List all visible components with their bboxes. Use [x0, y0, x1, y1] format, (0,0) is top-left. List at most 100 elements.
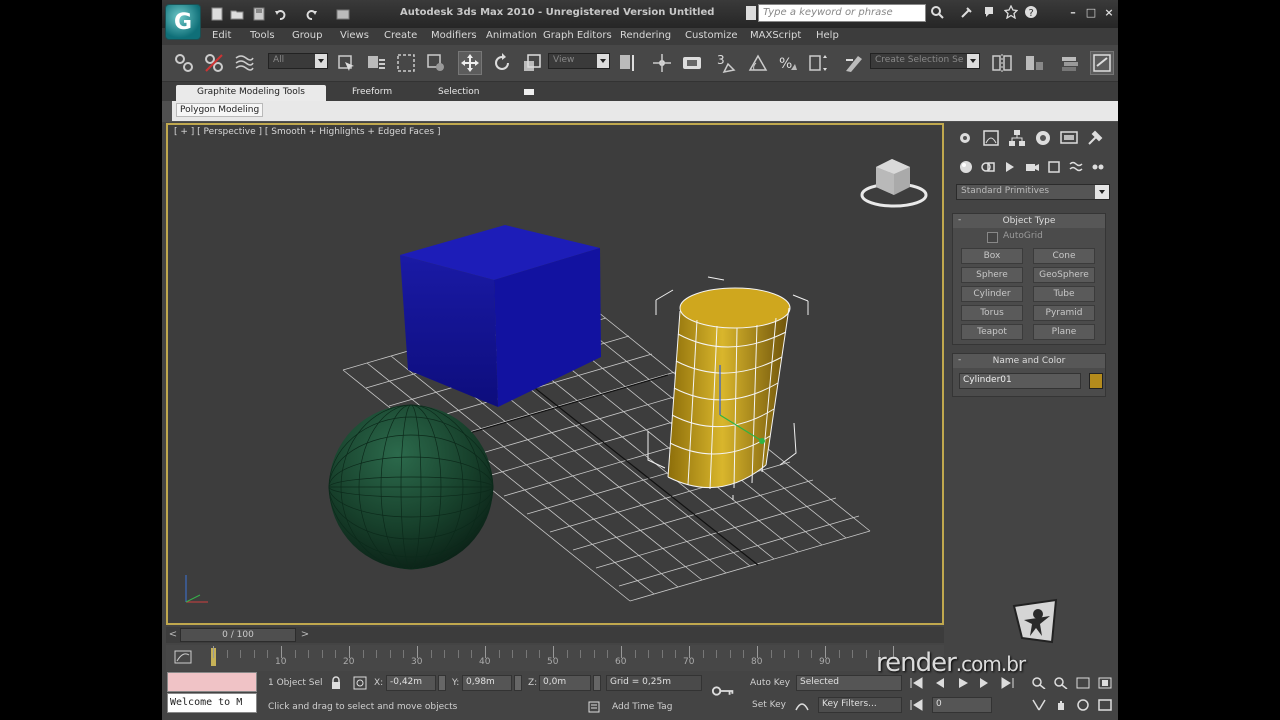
object-color-swatch[interactable] — [1089, 373, 1103, 389]
name-and-color-title[interactable]: Name and Color — [953, 353, 1105, 368]
absolute-mode-icon[interactable] — [352, 675, 368, 691]
utilities-tab-icon[interactable] — [1084, 127, 1106, 149]
search-input[interactable]: Type a keyword or phrase — [758, 4, 926, 22]
space-warps-icon[interactable] — [1066, 158, 1086, 176]
sphere-button[interactable]: Sphere — [961, 267, 1023, 283]
menu-rendering[interactable]: Rendering — [620, 30, 671, 41]
set-key-mode-key-icon[interactable] — [710, 683, 738, 699]
time-tag-icon[interactable] — [586, 699, 602, 715]
selection-filter-dropdown[interactable]: All — [268, 53, 328, 69]
angle-snap-icon[interactable] — [746, 51, 770, 75]
menu-customize[interactable]: Customize — [685, 30, 738, 41]
select-object-icon[interactable] — [334, 51, 358, 75]
minimize-icon[interactable]: – — [1066, 6, 1080, 20]
maxscript-listener-output[interactable]: Welcome to M — [167, 693, 257, 713]
geosphere-button[interactable]: GeoSphere — [1033, 267, 1095, 283]
add-time-tag[interactable]: Add Time Tag — [612, 702, 672, 712]
plane-button[interactable]: Plane — [1033, 324, 1095, 340]
application-button[interactable]: G — [165, 4, 201, 40]
display-tab-icon[interactable] — [1058, 127, 1080, 149]
undo-icon[interactable] — [272, 6, 290, 22]
layer-manager-icon[interactable] — [1058, 51, 1082, 75]
mirror-icon[interactable] — [990, 51, 1014, 75]
menu-help[interactable]: Help — [816, 30, 839, 41]
shapes-icon[interactable] — [978, 158, 998, 176]
hierarchy-tab-icon[interactable] — [1006, 127, 1028, 149]
select-and-rotate-icon[interactable] — [490, 51, 514, 75]
key-filters-button[interactable]: Key Filters... — [818, 697, 902, 713]
modify-tab-icon[interactable] — [980, 127, 1002, 149]
z-spinner[interactable] — [593, 675, 601, 691]
z-coordinate-field[interactable]: 0,0m — [539, 675, 591, 691]
new-file-icon[interactable] — [208, 6, 226, 22]
percent-snap-icon[interactable]: % — [776, 51, 800, 75]
open-file-icon[interactable] — [228, 6, 246, 22]
menu-tools[interactable]: Tools — [250, 30, 275, 41]
project-folder-icon[interactable] — [334, 6, 352, 22]
graphite-modeling-toggle-icon[interactable] — [1090, 51, 1114, 75]
menu-create[interactable]: Create — [384, 30, 417, 41]
bind-to-space-warp-icon[interactable] — [232, 51, 256, 75]
select-and-scale-icon[interactable] — [520, 51, 544, 75]
snaps-toggle-icon[interactable]: 3 — [714, 51, 740, 75]
favorites-star-icon[interactable] — [1003, 4, 1022, 21]
set-key-button[interactable]: Set Key — [752, 700, 786, 710]
helpers-icon[interactable] — [1044, 158, 1064, 176]
select-by-name-icon[interactable] — [364, 51, 388, 75]
tab-selection[interactable]: Selection — [430, 85, 487, 101]
viewport-label[interactable]: [ + ] [ Perspective ] [ Smooth + Highlig… — [174, 127, 440, 137]
subscription-icon[interactable] — [960, 5, 978, 21]
time-slider-next-icon[interactable]: > — [298, 628, 312, 642]
motion-tab-icon[interactable] — [1032, 127, 1054, 149]
help-icon[interactable]: ? — [1024, 5, 1042, 21]
time-slider-thumb[interactable]: 0 / 100 — [180, 628, 296, 642]
zoom-extents-all-icon[interactable] — [1096, 675, 1114, 691]
tab-freeform[interactable]: Freeform — [344, 85, 400, 101]
orbit-icon[interactable] — [1074, 697, 1092, 713]
lights-icon[interactable] — [1000, 158, 1020, 176]
key-mode-toggle-icon[interactable] — [908, 697, 926, 713]
current-frame-field[interactable]: 0 — [932, 697, 992, 713]
menu-maxscript[interactable]: MAXScript — [750, 30, 801, 41]
pyramid-button[interactable]: Pyramid — [1033, 305, 1095, 321]
selection-lock-icon[interactable] — [328, 675, 344, 691]
communication-center-icon[interactable] — [982, 5, 1000, 21]
box-button[interactable]: Box — [961, 248, 1023, 264]
menu-graph-editors[interactable]: Graph Editors — [543, 30, 612, 41]
select-and-manipulate-icon[interactable] — [650, 51, 674, 75]
systems-icon[interactable] — [1088, 158, 1108, 176]
y-spinner[interactable] — [514, 675, 522, 691]
track-bar[interactable]: 10 20 30 40 50 60 70 80 90 — [166, 645, 944, 671]
time-slider-prev-icon[interactable]: < — [166, 628, 180, 642]
mini-curve-editor-icon[interactable] — [174, 649, 192, 665]
teapot-button[interactable]: Teapot — [961, 324, 1023, 340]
menu-group[interactable]: Group — [292, 30, 322, 41]
torus-button[interactable]: Torus — [961, 305, 1023, 321]
infocenter-icon[interactable] — [930, 5, 948, 21]
cone-button[interactable]: Cone — [1033, 248, 1095, 264]
y-coordinate-field[interactable]: 0,98m — [462, 675, 512, 691]
zoom-extents-icon[interactable] — [1074, 675, 1092, 691]
x-spinner[interactable] — [438, 675, 446, 691]
menu-animation[interactable]: Animation — [486, 30, 537, 41]
align-icon[interactable] — [1022, 51, 1046, 75]
unlink-selection-icon[interactable] — [202, 51, 226, 75]
geometry-icon[interactable] — [956, 158, 976, 176]
close-icon[interactable]: × — [1102, 6, 1116, 20]
cameras-icon[interactable] — [1022, 158, 1042, 176]
edit-named-selection-icon[interactable] — [842, 51, 866, 75]
auto-key-button[interactable]: Auto Key — [750, 678, 790, 688]
menu-views[interactable]: Views — [340, 30, 369, 41]
select-and-move-icon[interactable] — [458, 51, 482, 75]
window-crossing-icon[interactable] — [424, 51, 448, 75]
tube-button[interactable]: Tube — [1033, 286, 1095, 302]
menu-modifiers[interactable]: Modifiers — [431, 30, 477, 41]
search-expand-icon[interactable] — [746, 6, 756, 20]
redo-icon[interactable] — [302, 6, 320, 22]
tab-graphite-modeling-tools[interactable]: Graphite Modeling Tools — [176, 85, 326, 101]
keyboard-shortcut-override-icon[interactable] — [680, 51, 704, 75]
menu-edit[interactable]: Edit — [212, 30, 231, 41]
create-tab-icon[interactable] — [954, 127, 976, 149]
ribbon-minimize-icon[interactable] — [524, 89, 534, 95]
named-selection-sets-dropdown[interactable]: Create Selection Se — [870, 53, 980, 69]
